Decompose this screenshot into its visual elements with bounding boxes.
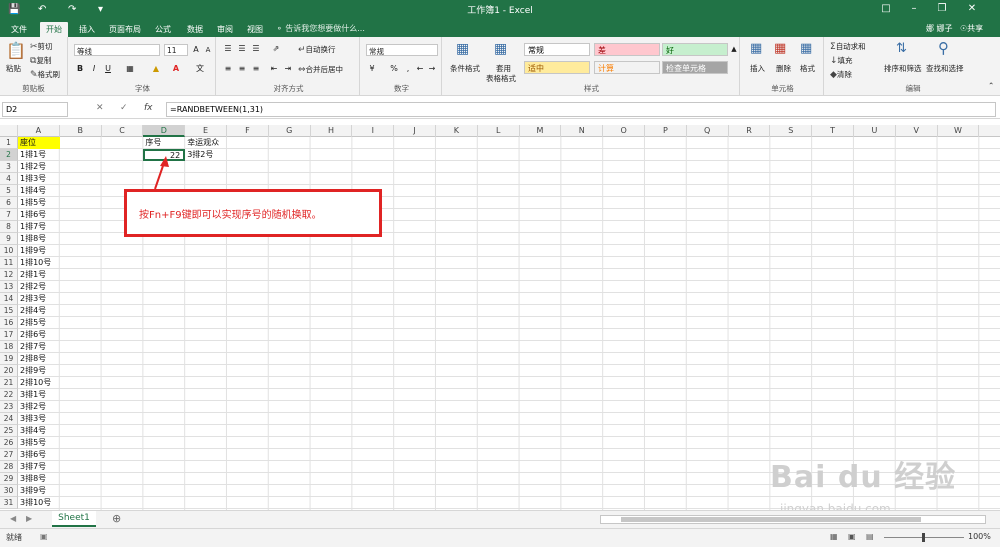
- watermark-logo: Bai du 经验: [770, 460, 957, 495]
- zoom-slider[interactable]: [884, 533, 964, 542]
- zoom-slider-thumb[interactable]: [922, 533, 925, 542]
- zoom-level[interactable]: 100%: [968, 532, 991, 541]
- sheet-tab-sheet1[interactable]: Sheet1: [52, 511, 96, 527]
- status-ready: 就绪: [6, 533, 22, 542]
- macro-record-icon[interactable]: ▣: [40, 532, 48, 541]
- callout-text: 按Fn+F9键即可以实现序号的随机换取。: [139, 210, 322, 221]
- page-break-icon[interactable]: ▤: [866, 532, 874, 541]
- page-layout-icon[interactable]: ▣: [848, 532, 856, 541]
- next-sheet-icon[interactable]: ▶: [26, 514, 32, 523]
- add-sheet-icon[interactable]: ⊕: [112, 512, 121, 525]
- horizontal-scrollbar[interactable]: [600, 515, 986, 524]
- prev-sheet-icon[interactable]: ◀: [10, 514, 16, 523]
- excel-window: 💾 ↶ ↷ ▾ 工作簿1 - Excel □ – ❐ ✕ 文件 开始 插入 页面…: [0, 0, 1000, 547]
- callout-box: 按Fn+F9键即可以实现序号的随机换取。: [124, 189, 382, 237]
- scrollbar-thumb[interactable]: [621, 517, 921, 522]
- status-bar: 就绪 ▣ ▦ ▣ ▤ 100%: [0, 528, 1000, 547]
- normal-view-icon[interactable]: ▦: [830, 532, 838, 541]
- sheet-tab-bar: ◀ ▶ Sheet1 ⊕: [0, 510, 1000, 528]
